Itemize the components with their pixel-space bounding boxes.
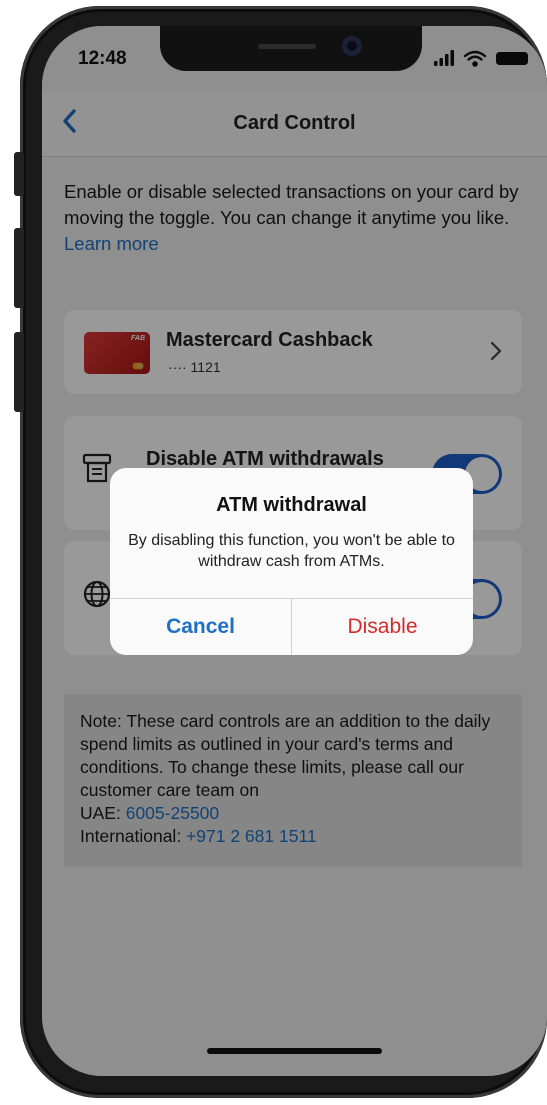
alert-title: ATM withdrawal: [216, 494, 367, 516]
speaker: [258, 44, 316, 49]
silent-switch: [14, 152, 24, 196]
volume-up-button: [14, 228, 24, 308]
disable-button[interactable]: Disable: [292, 599, 473, 655]
front-camera: [342, 36, 362, 56]
volume-down-button: [14, 332, 24, 412]
notch: [160, 26, 422, 71]
cancel-button[interactable]: Cancel: [110, 599, 291, 655]
phone-screen: 12:48 Card Control Enable or disable sel…: [42, 26, 547, 1076]
atm-withdrawal-alert: ATM withdrawal By disabling this functio…: [110, 468, 473, 655]
alert-message: By disabling this function, you won't be…: [128, 532, 455, 570]
